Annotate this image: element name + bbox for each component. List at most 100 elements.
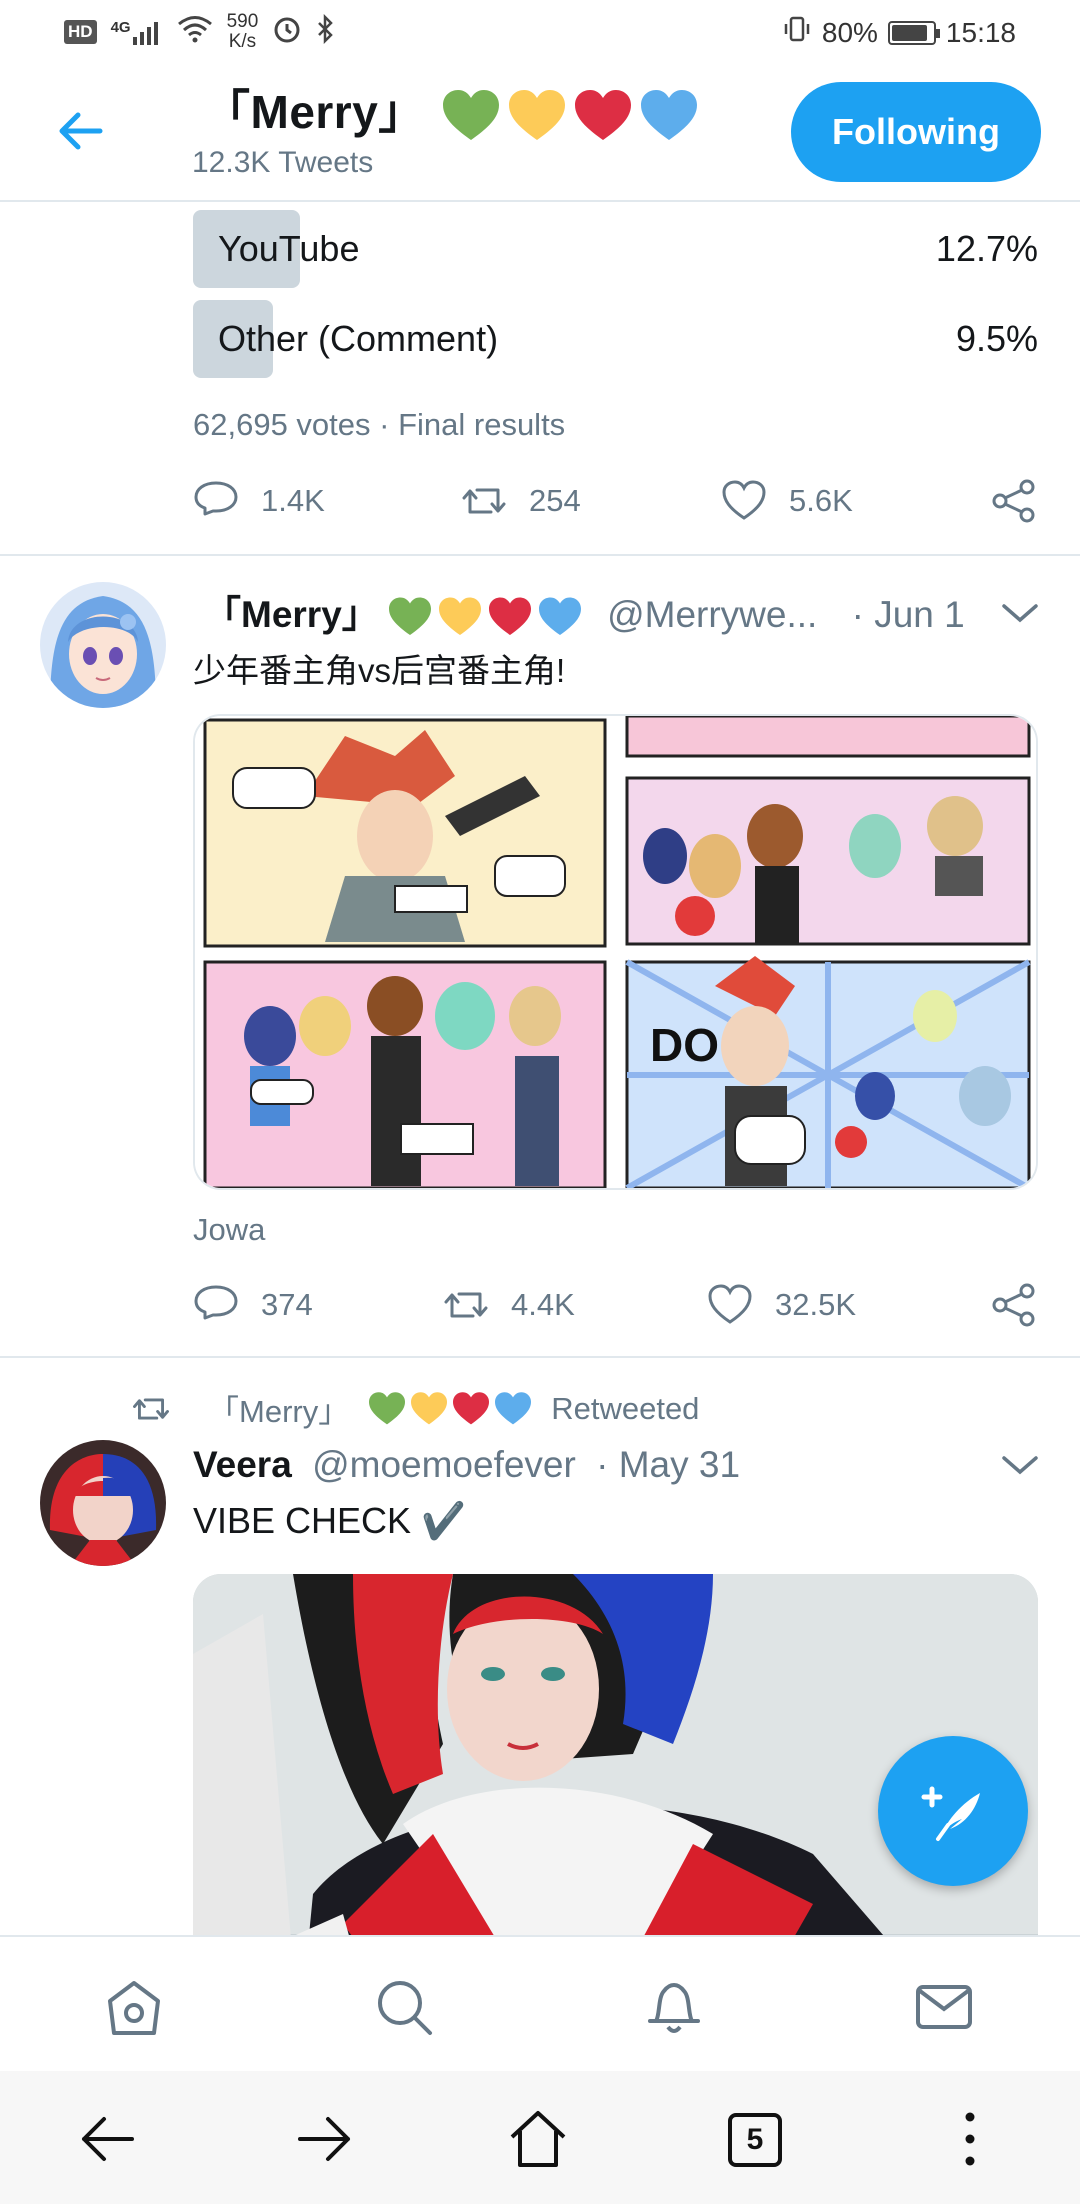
profile-name: 「Merry」: [204, 76, 699, 144]
poll-option-youtube: YouTube 12.7%: [193, 210, 1038, 288]
compose-feather-icon: [921, 1786, 980, 1841]
tweet-date: · Jun 1: [851, 594, 965, 635]
share-button[interactable]: [991, 1282, 1037, 1328]
bottom-tab-bar: [0, 1935, 1080, 2071]
like-button[interactable]: 32.5K: [707, 1282, 856, 1328]
messages-icon[interactable]: [912, 1975, 976, 2039]
tweet-header: Veera @moemoefever · May 31: [193, 1444, 740, 1486]
wifi-icon: [177, 15, 213, 50]
alarm-icon: [272, 14, 302, 51]
red-heart-icon: [574, 89, 631, 140]
following-button[interactable]: Following: [791, 82, 1041, 182]
retweet-context: 「Merry」 Retweeted: [132, 1386, 699, 1431]
network-type: 4G: [110, 19, 131, 36]
retweeter-name[interactable]: 「Merry」: [208, 1386, 349, 1431]
tweet-text: 少年番主角vs后宫番主角!: [193, 652, 566, 689]
clock: 15:18: [945, 16, 1016, 48]
tweet-date: · May 31: [596, 1444, 741, 1485]
battery-icon: [887, 20, 940, 45]
reply-icon: [194, 1285, 238, 1320]
battery-percent: 80%: [821, 16, 878, 48]
like-count: 5.6K: [789, 483, 853, 518]
author-name[interactable]: 「Merry」: [204, 594, 379, 635]
retweeted-label: Retweeted: [551, 1390, 700, 1426]
signal-icon: 4G: [111, 19, 163, 45]
profile-header: 「Merry」 12.3K Tweets Following: [0, 66, 1080, 202]
more-options-icon[interactable]: [938, 2107, 1002, 2171]
poll-results-meta: 62,695 votes · Final results: [193, 407, 566, 442]
divider: [0, 1356, 1080, 1358]
tweet-header: 「Merry」 @Merrywe... · Jun 1: [204, 584, 965, 638]
reply-button[interactable]: 1.4K: [193, 478, 325, 524]
author-name[interactable]: Veera: [193, 1444, 292, 1485]
chevron-down-icon[interactable]: [1000, 600, 1040, 626]
like-icon: [708, 1284, 752, 1324]
browser-home-icon[interactable]: [506, 2107, 570, 2171]
heart-emojis: [387, 596, 583, 638]
like-icon: [722, 480, 766, 520]
tweet-actions: 374 4.4K 32.5K: [193, 1282, 1038, 1332]
retweet-button[interactable]: 4.4K: [443, 1282, 575, 1328]
browser-back-icon[interactable]: [76, 2107, 140, 2171]
blue-heart-icon: [538, 597, 581, 636]
reply-count: 374: [261, 1287, 313, 1322]
share-icon: [992, 1283, 1035, 1327]
search-icon[interactable]: [372, 1975, 436, 2039]
network-speed: 590 K/s: [227, 12, 259, 52]
tweet-image[interactable]: DO: [193, 714, 1038, 1190]
share-icon: [992, 479, 1035, 523]
status-bar: HD 4G 590 K/s 80% 15:18: [0, 0, 1080, 66]
back-arrow-icon[interactable]: [56, 111, 104, 151]
share-button[interactable]: [991, 478, 1037, 524]
poll-option-other: Other (Comment) 9.5%: [193, 300, 1038, 378]
heart-emojis: [441, 88, 699, 144]
profile-name-text: 「Merry」: [204, 86, 425, 138]
speed-value: 590: [226, 11, 259, 32]
sfx-lettering: DO: [650, 1019, 719, 1071]
avatar[interactable]: [40, 1440, 166, 1566]
poll-option-percent: 12.7%: [935, 228, 1038, 269]
vibrate-icon: [782, 14, 812, 51]
like-count: 32.5K: [775, 1287, 857, 1322]
retweet-icon: [444, 1292, 488, 1318]
tweet-actions: 1.4K 254 5.6K: [193, 478, 1038, 528]
reply-count: 1.4K: [261, 483, 325, 518]
green-heart-icon: [369, 1391, 406, 1424]
green-heart-icon: [388, 597, 431, 636]
author-handle: @Merrywe...: [607, 594, 818, 635]
green-heart-icon: [442, 89, 499, 140]
yellow-heart-icon: [438, 597, 481, 636]
image-source: Jowa: [193, 1212, 266, 1247]
browser-tabs-button[interactable]: 5: [728, 2113, 782, 2167]
retweet-icon: [462, 488, 506, 514]
reply-icon: [194, 481, 238, 516]
red-heart-icon: [453, 1391, 490, 1424]
author-handle: @moemoefever: [312, 1444, 576, 1485]
speed-unit: K/s: [228, 31, 257, 52]
browser-forward-icon[interactable]: [292, 2107, 356, 2171]
reply-button[interactable]: 374: [193, 1282, 313, 1328]
like-button[interactable]: 5.6K: [721, 478, 853, 524]
notifications-icon[interactable]: [642, 1975, 706, 2039]
retweet-count: 4.4K: [511, 1287, 575, 1322]
avatar[interactable]: [40, 582, 166, 708]
hd-indicator: HD: [64, 20, 97, 44]
red-heart-icon: [488, 597, 531, 636]
retweet-icon: [133, 1397, 169, 1420]
blue-heart-icon: [640, 89, 697, 140]
compose-tweet-button[interactable]: [878, 1736, 1028, 1886]
blue-heart-icon: [495, 1391, 532, 1424]
retweet-count: 254: [529, 483, 581, 518]
poll-option-label: Other (Comment): [218, 318, 499, 359]
home-icon[interactable]: [102, 1975, 166, 2039]
battery-fill: [891, 24, 928, 41]
retweet-button[interactable]: 254: [461, 478, 581, 524]
tweet-text: VIBE CHECK ✔️: [193, 1500, 466, 1541]
poll-option-label: YouTube: [218, 228, 360, 269]
heart-emojis: [367, 1391, 533, 1427]
chevron-down-icon[interactable]: [1000, 1452, 1040, 1478]
bluetooth-icon: [316, 13, 336, 51]
browser-navigation-bar: 5: [0, 2071, 1080, 2204]
divider: [0, 554, 1080, 556]
tweet-count: 12.3K Tweets: [192, 146, 374, 179]
